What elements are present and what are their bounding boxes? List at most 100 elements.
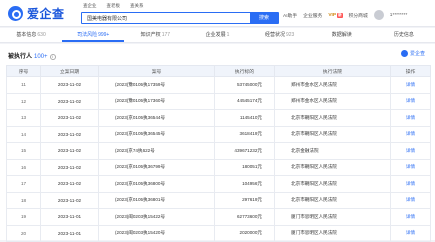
detail-link[interactable]: 详情 xyxy=(390,92,431,110)
tab-label: 数据解读 xyxy=(331,32,352,38)
cell-amount: 2020000元 xyxy=(214,224,275,242)
cell-index: 11 xyxy=(6,76,41,94)
cell-case-number: (2023)京0105执36544号 xyxy=(98,109,215,127)
tab-data-insight[interactable]: 数据解读 xyxy=(311,28,373,42)
tab-count: 177 xyxy=(161,32,171,38)
cell-index: 16 xyxy=(6,158,41,176)
company-tabs: 基本信息630 司法风险999+ 知识产权177 企业发展1 经营状况923 数… xyxy=(0,28,435,43)
cell-amount: 44545174元 xyxy=(214,92,275,110)
table-row: 16 2023-11-02 (2023)京0105执36799号 180051元… xyxy=(6,158,431,176)
detail-link[interactable]: 详情 xyxy=(390,175,431,193)
tab-ip[interactable]: 知识产权177 xyxy=(124,28,186,42)
detail-link[interactable]: 详情 xyxy=(390,109,431,127)
cell-date: 2023-11-01 xyxy=(40,208,99,226)
cell-index: 17 xyxy=(6,175,41,193)
nav-points-mall[interactable]: 积分商城 xyxy=(349,12,368,19)
logo-icon xyxy=(8,6,23,21)
cell-court: 北京金融法院 xyxy=(274,142,391,160)
tab-label: 经营状况 xyxy=(264,32,285,38)
cell-case-number: (2023)闽0203执15422号 xyxy=(98,208,215,226)
cell-court: 北京市朝阳区人民法院 xyxy=(274,125,391,143)
cell-date: 2023-11-02 xyxy=(40,125,99,143)
enforcement-table: 序号 立案日期 案号 执行标的 执行法院 操作 11 2023-11-02 (2… xyxy=(6,65,431,242)
cell-amount: 104956元 xyxy=(214,175,275,193)
tab-operations[interactable]: 经营状况923 xyxy=(249,28,311,42)
detail-link[interactable]: 详情 xyxy=(390,224,431,242)
cell-amount: 62773600元 xyxy=(214,208,275,226)
col-header-date: 立案日期 xyxy=(40,65,99,77)
user-avatar[interactable] xyxy=(373,10,384,20)
tab-label: 历史信息 xyxy=(393,32,414,38)
search-tab-relation[interactable]: 查关系 xyxy=(128,2,146,10)
tab-judicial-risk[interactable]: 司法风险999+ xyxy=(62,28,125,42)
tab-history[interactable]: 历史信息 xyxy=(373,28,435,42)
cell-date: 2023-11-02 xyxy=(40,158,99,176)
cell-court: 郑州市金水区人民法院 xyxy=(274,92,391,110)
cell-amount: 439671232元 xyxy=(214,142,275,160)
nav-ai-assistant[interactable]: AI助手 xyxy=(283,12,297,19)
nav-enterprise-service[interactable]: 企业服务 xyxy=(303,12,322,19)
cell-index: 13 xyxy=(6,109,41,127)
new-badge: 新 xyxy=(337,12,343,18)
tab-label: 司法风险 xyxy=(77,32,98,38)
cell-court: 北京市朝阳区人民法院 xyxy=(274,158,391,176)
detail-link[interactable]: 详情 xyxy=(390,125,431,143)
detail-link[interactable]: 详情 xyxy=(390,208,431,226)
table-row: 14 2023-11-02 (2023)京0105执36545号 3618419… xyxy=(6,125,431,143)
cell-case-number: (2023)京0105执36801号 xyxy=(98,191,215,209)
table-header-row: 序号 立案日期 案号 执行标的 执行法院 操作 xyxy=(6,65,431,77)
search-type-tabs: 查企业 查老板 查关系 xyxy=(81,2,146,10)
cell-date: 2023-11-01 xyxy=(40,224,99,242)
cell-court: 郑州市金水区人民法院 xyxy=(274,76,391,94)
search-button[interactable]: 搜索 xyxy=(250,13,278,23)
detail-link[interactable]: 详情 xyxy=(390,76,431,94)
cell-date: 2023-11-02 xyxy=(40,109,99,127)
top-nav: AI助手 企业服务 VIP 新 积分商城 1******** xyxy=(283,10,407,20)
col-header-action: 操作 xyxy=(390,65,431,77)
detail-link[interactable]: 详情 xyxy=(390,142,431,160)
cell-court: 北京市朝阳区人民法院 xyxy=(274,109,391,127)
col-header-amount: 执行标的 xyxy=(214,65,275,77)
cell-case-number: (2023)豫0105执17359号 xyxy=(98,76,215,94)
search-tab-company[interactable]: 查企业 xyxy=(81,2,99,10)
table-row: 17 2023-11-02 (2023)京0105执36800号 104956元… xyxy=(6,175,431,193)
brand-logo-icon xyxy=(400,50,408,57)
table-row: 15 2023-11-02 (2023)京74执622号 439671232元 … xyxy=(6,142,431,160)
tab-basic-info[interactable]: 基本信息630 xyxy=(0,28,62,42)
cell-index: 15 xyxy=(6,142,41,160)
section-title-text: 被执行人 xyxy=(8,54,33,60)
top-bar: 爱企查 查企业 查老板 查关系 搜索 AI助手 企业服务 VIP新 积分商城 1… xyxy=(0,0,435,27)
logo-text: 爱企查 xyxy=(27,7,65,21)
cell-amount: 1145410元 xyxy=(214,109,275,127)
table-row: 13 2023-11-02 (2023)京0105执36544号 1145410… xyxy=(6,109,431,127)
user-name[interactable]: 1******** xyxy=(390,13,408,18)
search-box: 搜索 xyxy=(81,12,279,24)
cell-amount: 53745000元 xyxy=(214,76,275,94)
tab-count: 923 xyxy=(285,32,295,38)
cell-court: 北京市朝阳区人民法院 xyxy=(274,191,391,209)
tab-label: 基本信息 xyxy=(16,32,37,38)
search-input[interactable] xyxy=(82,13,250,23)
cell-index: 18 xyxy=(6,191,41,209)
table-row: 12 2023-11-02 (2023)豫0105执17360号 4454517… xyxy=(6,92,431,110)
detail-link[interactable]: 详情 xyxy=(390,158,431,176)
cell-amount: 180051元 xyxy=(214,158,275,176)
search-tab-boss[interactable]: 查老板 xyxy=(105,2,123,10)
brand-watermark: 爱企查 xyxy=(400,50,425,57)
detail-link[interactable]: 详情 xyxy=(390,191,431,209)
logo[interactable]: 爱企查 xyxy=(8,4,65,23)
cell-case-number: (2023)京74执622号 xyxy=(98,142,215,160)
cell-case-number: (2023)京0105执36545号 xyxy=(98,125,215,143)
cell-court: 北京市朝阳区人民法院 xyxy=(274,175,391,193)
tab-development[interactable]: 企业发展1 xyxy=(186,28,248,42)
table-row: 20 2023-11-01 (2023)闽0203执15420号 2020000… xyxy=(6,224,431,242)
table-row: 19 2023-11-01 (2023)闽0203执15422号 6277360… xyxy=(6,208,431,226)
tab-count: 1 xyxy=(226,32,230,38)
cell-index: 12 xyxy=(6,92,41,110)
enforcement-section: 被执行人 100+ i 爱企查 序号 立案日期 案号 执行标的 执行法院 操作 11… xyxy=(0,44,435,242)
info-icon[interactable]: i xyxy=(49,54,56,60)
vip-link[interactable]: VIP 新 xyxy=(328,12,343,18)
cell-amount: 3618419元 xyxy=(214,125,275,143)
tab-count: 999+ xyxy=(98,32,110,38)
section-count: 100+ xyxy=(34,54,48,60)
